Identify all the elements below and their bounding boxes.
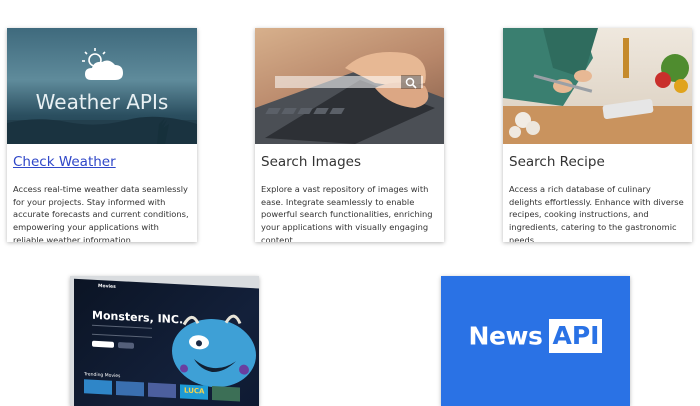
weather-thumb-text: Weather APIs	[35, 90, 169, 114]
recipe-description: Access a rich database of culinary delig…	[509, 184, 684, 242]
news-thumbnail[interactable]: News API	[441, 276, 630, 406]
api-logo-box: API	[549, 319, 603, 353]
recipe-thumbnail[interactable]	[503, 28, 692, 144]
movies-screen: Movies Monsters, INC. Trending Movies LU…	[74, 278, 259, 406]
kitchen-scene	[503, 28, 692, 144]
images-card[interactable]: Search Images Explore a vast repository …	[255, 28, 444, 242]
cloud-sun-icon	[77, 46, 127, 88]
weather-description: Access real-time weather data seamlessly…	[13, 184, 189, 242]
movies-watch-button[interactable]	[92, 340, 114, 348]
weather-card[interactable]: Weather APIs Check Weather Access real-t…	[7, 28, 197, 242]
weather-thumbnail[interactable]: Weather APIs	[7, 28, 197, 144]
movies-card[interactable]: Movies Monsters, INC. Trending Movies LU…	[70, 276, 259, 406]
movies-thumbnail[interactable]: Movies Monsters, INC. Trending Movies LU…	[70, 276, 259, 406]
news-api-logo: News API	[441, 319, 630, 353]
movies-info-button[interactable]	[118, 342, 134, 349]
search-icon	[401, 75, 421, 89]
movie-tile-title: LUCA	[184, 386, 205, 396]
movie-tile[interactable]: LUCA	[180, 384, 208, 400]
news-card[interactable]: News API	[441, 276, 630, 406]
movie-tile[interactable]	[212, 385, 240, 402]
movie-tile[interactable]	[84, 379, 112, 395]
images-description: Explore a vast repository of images with…	[261, 184, 433, 242]
movies-brand: Movies	[98, 284, 116, 290]
check-weather-link[interactable]: Check Weather	[13, 154, 191, 170]
search-recipe-title[interactable]: Search Recipe	[509, 154, 686, 170]
movie-tile[interactable]	[148, 382, 176, 399]
monster-character-icon	[164, 295, 259, 395]
recipe-card[interactable]: Search Recipe Access a rich database of …	[503, 28, 692, 242]
trending-section-label: Trending Movies	[84, 372, 121, 380]
news-logo-text: News	[468, 321, 543, 351]
images-thumbnail[interactable]	[255, 28, 444, 144]
search-images-title[interactable]: Search Images	[261, 154, 438, 170]
movie-tile[interactable]	[116, 380, 144, 397]
movies-hero-blurb	[92, 324, 152, 338]
